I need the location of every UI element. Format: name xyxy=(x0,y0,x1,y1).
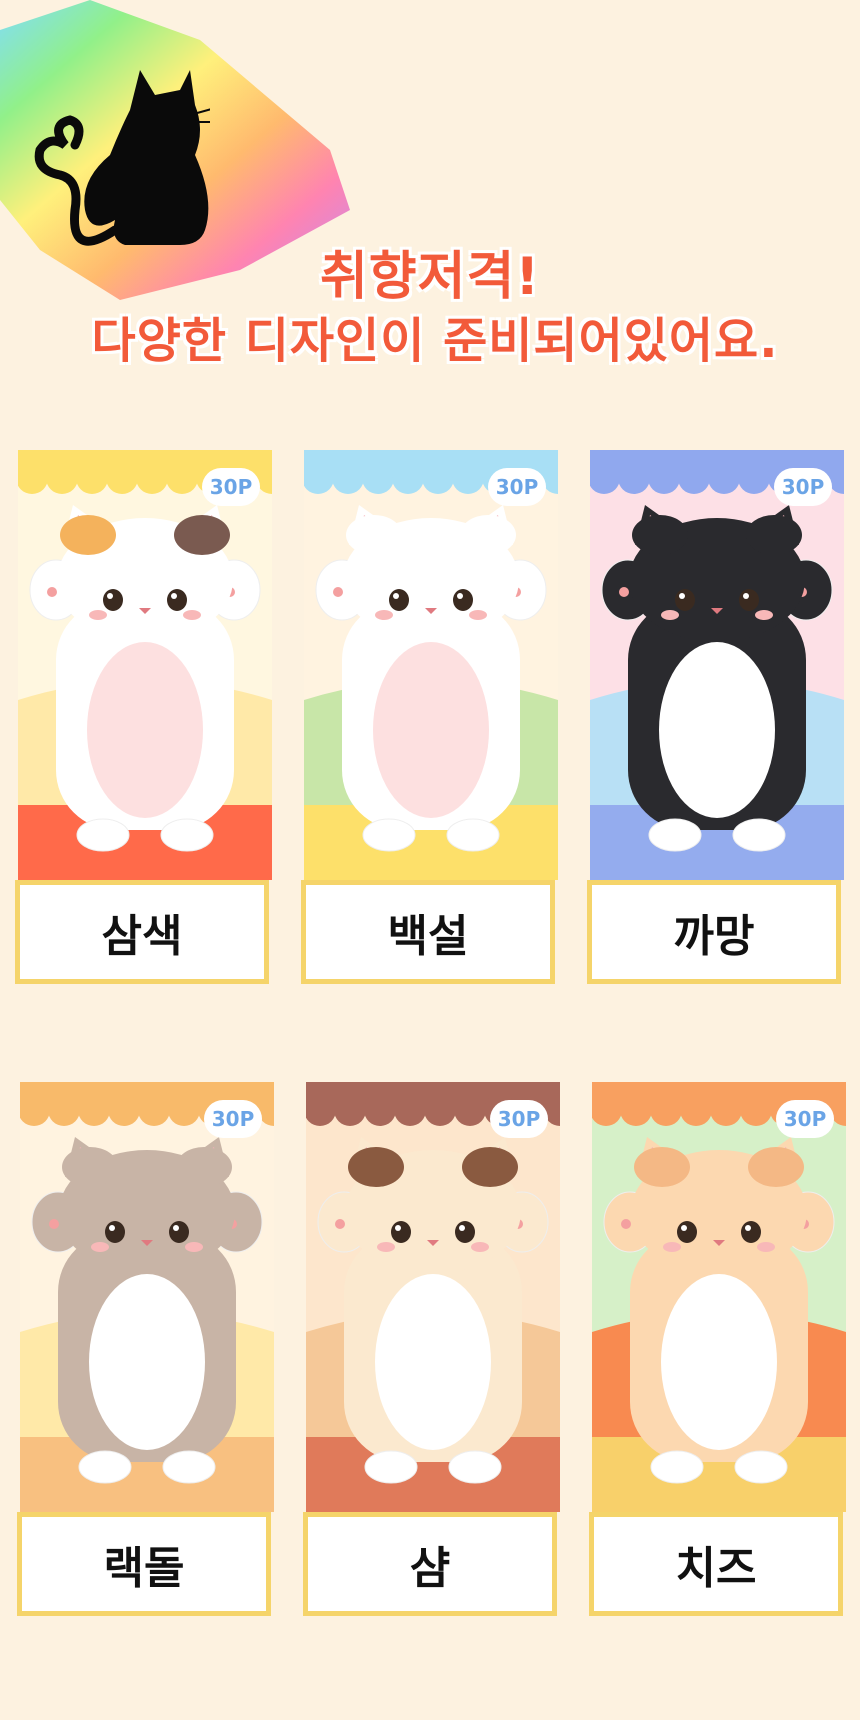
points-badge: 30P xyxy=(204,1100,262,1138)
card-name-box: 삼색 xyxy=(15,880,269,984)
card-name-label: 치즈 xyxy=(675,1543,757,1594)
card-name-box: 백설 xyxy=(301,880,555,984)
card-name-label: 백설 xyxy=(387,911,469,962)
product-card-kkamang[interactable]: 30P 까망 xyxy=(587,450,844,990)
headline-line2: 다양한 디자인이 준비되어있어요. xyxy=(91,313,779,369)
points-badge: 30P xyxy=(774,468,832,506)
product-card-baekseol[interactable]: 30P 백설 xyxy=(301,450,558,990)
card-name-box: 샴 xyxy=(303,1512,557,1616)
points-badge: 30P xyxy=(488,468,546,506)
card-name-box: 까망 xyxy=(587,880,841,984)
product-card-cheese[interactable]: 30P 치즈 xyxy=(589,1082,846,1622)
card-name-label: 까망 xyxy=(673,911,755,962)
headline: 취향저격! 다양한 디자인이 준비되어있어요. xyxy=(0,245,860,373)
black-cat-silhouette-icon xyxy=(34,70,210,246)
cat-illustration xyxy=(306,1082,560,1512)
card-name-box: 랙돌 xyxy=(17,1512,271,1616)
product-card-samsaek[interactable]: 30P 삼색 xyxy=(15,450,272,990)
card-name-box: 치즈 xyxy=(589,1512,843,1616)
product-card-ragdoll[interactable]: 30P 랙돌 xyxy=(17,1082,274,1622)
cat-illustration xyxy=(18,450,272,880)
points-badge: 30P xyxy=(490,1100,548,1138)
headline-line1: 취향저격! xyxy=(319,247,541,307)
cat-illustration xyxy=(304,450,558,880)
points-badge: 30P xyxy=(202,468,260,506)
card-name-label: 랙돌 xyxy=(103,1543,185,1594)
card-name-label: 샴 xyxy=(409,1543,451,1594)
cat-illustration xyxy=(20,1082,274,1512)
product-card-siamese[interactable]: 30P 샴 xyxy=(303,1082,560,1622)
points-badge: 30P xyxy=(776,1100,834,1138)
cat-illustration xyxy=(590,450,844,880)
cat-illustration xyxy=(592,1082,846,1512)
card-name-label: 삼색 xyxy=(101,911,183,962)
